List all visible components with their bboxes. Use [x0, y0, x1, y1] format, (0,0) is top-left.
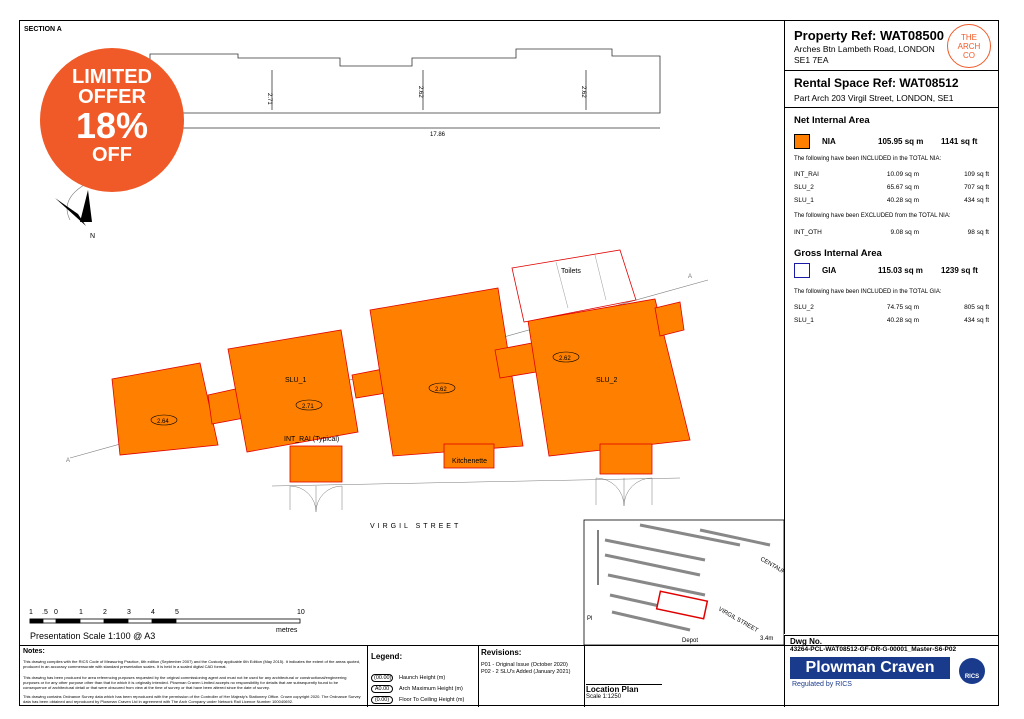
height-1: 2.64: [157, 419, 169, 425]
location-scale: Scale 1:1250: [586, 694, 622, 700]
loc-label-4: 3.4m: [760, 636, 773, 642]
arch-left: [111, 362, 219, 456]
scale-bar: [29, 618, 301, 624]
nia-swatch: [794, 134, 810, 149]
gia-sqft: 1239 sq ft: [941, 266, 978, 275]
section-dim-2: 2.62: [417, 86, 423, 98]
nia-included-text: The following have been INCLUDED in the …: [794, 156, 942, 162]
brand-sub: Regulated by RICS: [792, 681, 852, 688]
kitchenette-label: Kitchenette: [452, 458, 487, 465]
info-panel: Property Ref: WAT08500 Arches Btn Lambet…: [784, 20, 999, 634]
loc-label-5: Pl: [587, 616, 592, 622]
arch-slu1: [227, 329, 359, 453]
nia-row: SLU_2 65.67 sq m 707 sq ft: [794, 184, 989, 191]
rics-badge: RICS: [959, 658, 985, 684]
height-2: 2.71: [302, 404, 314, 410]
nia-row: SLU_1 40.28 sq m 434 sq ft: [794, 197, 989, 204]
nia-excluded-text: The following have been EXCLUDED from th…: [794, 213, 951, 219]
notes-p2: This drawing has been produced for area …: [23, 675, 347, 690]
offer-line1: LIMITED: [72, 66, 152, 88]
title-block: Notes: This drawing complies with the RI…: [19, 635, 999, 707]
revision-item: P02 - 2 SLU's Added (January 2021): [481, 669, 571, 675]
property-address-1: Arches Btn Lambeth Road, LONDON: [794, 44, 935, 54]
offer-pct: 18%: [75, 105, 149, 146]
revision-item: P01 - Original Issue (October 2020): [481, 662, 568, 668]
scale-tick-2: 0: [54, 609, 58, 616]
slu2-label: SLU_2: [596, 377, 618, 384]
scale-tick-8: 10: [297, 609, 305, 616]
legend-heading: Legend:: [371, 652, 403, 661]
offer-badge[interactable]: LIMITED OFFER 18% OFF: [40, 48, 184, 192]
scale-tick-4: 2: [103, 609, 107, 616]
doors: [271, 477, 681, 513]
height-4: 2.62: [559, 356, 571, 362]
notes-p3: This drawing contains Ordnance Survey da…: [23, 694, 361, 704]
north-arrow-icon: [55, 184, 92, 226]
gia-heading: Gross Internal Area: [794, 248, 882, 259]
scale-tick-1: .5: [42, 609, 48, 616]
north-label: N: [90, 233, 95, 240]
nia-excluded-row: INT_OTH 9.08 sq m 98 sq ft: [794, 229, 989, 236]
gia-swatch: [794, 263, 810, 278]
scale-unit: metres: [276, 627, 298, 634]
location-title: Location Plan: [586, 685, 639, 694]
slu1-label: SLU_1: [285, 377, 307, 384]
svg-text:A: A: [688, 274, 692, 280]
height-3: 2.62: [435, 387, 447, 393]
arch-co-logo: THE ARCH CO: [947, 24, 991, 68]
loc-label-3: Depot: [682, 638, 698, 644]
notes-p1: This drawing complies with the RICS Code…: [23, 659, 361, 669]
revisions-heading: Revisions:: [481, 648, 522, 657]
dwg-number: 43264-PCL-WAT08512-GF-DR-G-00001_Master-…: [790, 646, 957, 653]
gia-sqm: 115.03 sq m: [878, 266, 923, 275]
rental-address: Part Arch 203 Virgil Street, LONDON, SE1: [794, 93, 954, 103]
gia-row: SLU_2 74.75 sq m 805 sq ft: [794, 304, 989, 311]
location-caption: Location Plan Scale 1:1250: [586, 684, 662, 700]
street-label: VIRGIL STREET: [370, 523, 461, 530]
int-rai-label: INT_RAI (Typical): [284, 436, 339, 443]
plowman-craven-logo: Plowman Craven: [790, 657, 950, 679]
scale-tick-5: 3: [127, 609, 131, 616]
property-address-2: SE1 7EA: [794, 55, 829, 65]
dwg-label: Dwg No.: [790, 637, 822, 646]
legend-item: A0.00 Arch Maximum Height (m): [371, 685, 463, 693]
scale-tick-0: 1: [29, 609, 33, 616]
slu2-front-box: [599, 443, 653, 475]
scale-tick-3: 1: [79, 609, 83, 616]
section-dim-3: 2.62: [580, 86, 586, 98]
nia-row: INT_RAI 10.09 sq m 109 sq ft: [794, 171, 989, 178]
gia-included-text: The following have been INCLUDED in the …: [794, 289, 942, 295]
int-rai-box: [289, 445, 343, 483]
scale-caption: Presentation Scale 1:100 @ A3: [30, 631, 155, 641]
section-dim-1: 2.71: [266, 93, 272, 105]
svg-text:A: A: [66, 458, 70, 464]
nia-sqm: 105.95 sq m: [878, 137, 924, 146]
section-dim-total: 17.86: [430, 132, 446, 138]
rental-ref: Rental Space Ref: WAT08512: [794, 76, 959, 90]
scale-tick-7: 5: [175, 609, 179, 616]
legend-item: (00.00) Haunch Height (m): [371, 674, 445, 682]
legend-item: (0.00) Floor To Ceiling Height (m): [371, 696, 464, 704]
nia-sqft: 1141 sq ft: [941, 137, 978, 146]
nia-label: NIA: [822, 137, 836, 146]
passage-4: [654, 301, 685, 337]
offer-line3: OFF: [92, 144, 132, 166]
property-ref: Property Ref: WAT08500: [794, 28, 945, 43]
gia-row: SLU_1 40.28 sq m 434 sq ft: [794, 317, 989, 324]
notes-heading: Notes:: [23, 648, 45, 655]
nia-heading: Net Internal Area: [794, 115, 870, 126]
scale-tick-6: 4: [151, 609, 155, 616]
gia-label: GIA: [822, 266, 837, 275]
toilets-label: Toilets: [561, 268, 581, 275]
